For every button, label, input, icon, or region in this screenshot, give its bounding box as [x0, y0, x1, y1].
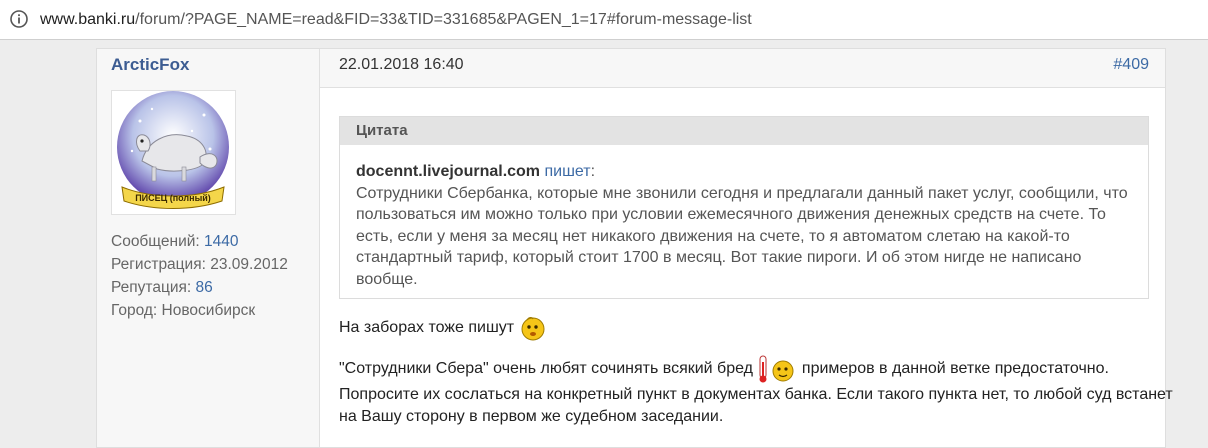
message-panel: 22.01.2018 16:40 #409 Цитата docennt.liv… [319, 49, 1173, 447]
url-host: www.banki.ru [40, 11, 136, 28]
registration-date: 23.09.2012 [210, 256, 288, 273]
stat-label: Репутация: [111, 279, 192, 296]
author-name-link[interactable]: ArcticFox [111, 55, 189, 75]
quote-title: Цитата [340, 117, 1148, 145]
avatar-image: ПИСЕЦ (полный) [117, 91, 229, 209]
stat-registration: Регистрация: 23.09.2012 [111, 253, 288, 276]
stat-label: Регистрация: [111, 256, 206, 273]
stat-label: Город: [111, 302, 158, 319]
paragraph-text: На заборах тоже пишут [339, 319, 515, 337]
messages-count-link[interactable]: 1440 [204, 233, 238, 250]
stat-label: Сообщений: [111, 233, 200, 250]
city-value: Новосибирск [161, 302, 256, 319]
paragraph-text: "Сотрудники Сбера" очень любят сочинять … [339, 360, 753, 378]
post-number-link[interactable]: #409 [1113, 56, 1149, 74]
quote-text: Сотрудники Сбербанка, которые мне звонил… [356, 184, 1128, 288]
stat-messages: Сообщений: 1440 [111, 230, 288, 253]
url-path: /forum/?PAGE_NAME=read&FID=33&TID=331685… [135, 11, 752, 28]
stat-reputation: Репутация: 86 [111, 276, 288, 299]
quote-body: docennt.livejournal.com пишет: Сотрудник… [340, 145, 1148, 290]
info-icon[interactable] [10, 10, 28, 28]
post-body: На заборах тоже пишут "Сотрудники Сбера"… [339, 314, 1179, 427]
quote-author: docennt.livejournal.com [356, 163, 541, 180]
avatar-caption: ПИСЕЦ (полный) [135, 193, 211, 203]
author-stats: Сообщений: 1440 Регистрация: 23.09.2012 … [111, 230, 288, 322]
quote-block: Цитата docennt.livejournal.com пишет: Со… [339, 116, 1149, 299]
post-paragraph: "Сотрудники Сбера" очень любят сочинять … [339, 354, 1179, 427]
url-text[interactable]: www.banki.ru/forum/?PAGE_NAME=read&FID=3… [40, 10, 752, 30]
thermometer-smiley-icon [759, 355, 794, 383]
wondering-smiley-icon [521, 317, 545, 341]
quote-writes-link[interactable]: пишет [544, 163, 590, 180]
post-paragraph: На заборах тоже пишут [339, 314, 1179, 342]
stat-city: Город: Новосибирск [111, 299, 288, 322]
forum-post: ArcticFox ПИСЕЦ (полный) Сообщений: 1440… [96, 48, 1173, 448]
post-date: 22.01.2018 16:40 [339, 56, 464, 73]
reputation-link[interactable]: 86 [196, 279, 213, 296]
author-panel: ArcticFox ПИСЕЦ (полный) Сообщений: 1440… [97, 49, 319, 447]
message-header: 22.01.2018 16:40 #409 [320, 49, 1165, 88]
avatar: ПИСЕЦ (полный) [111, 90, 236, 215]
address-bar[interactable]: www.banki.ru/forum/?PAGE_NAME=read&FID=3… [0, 0, 1208, 40]
